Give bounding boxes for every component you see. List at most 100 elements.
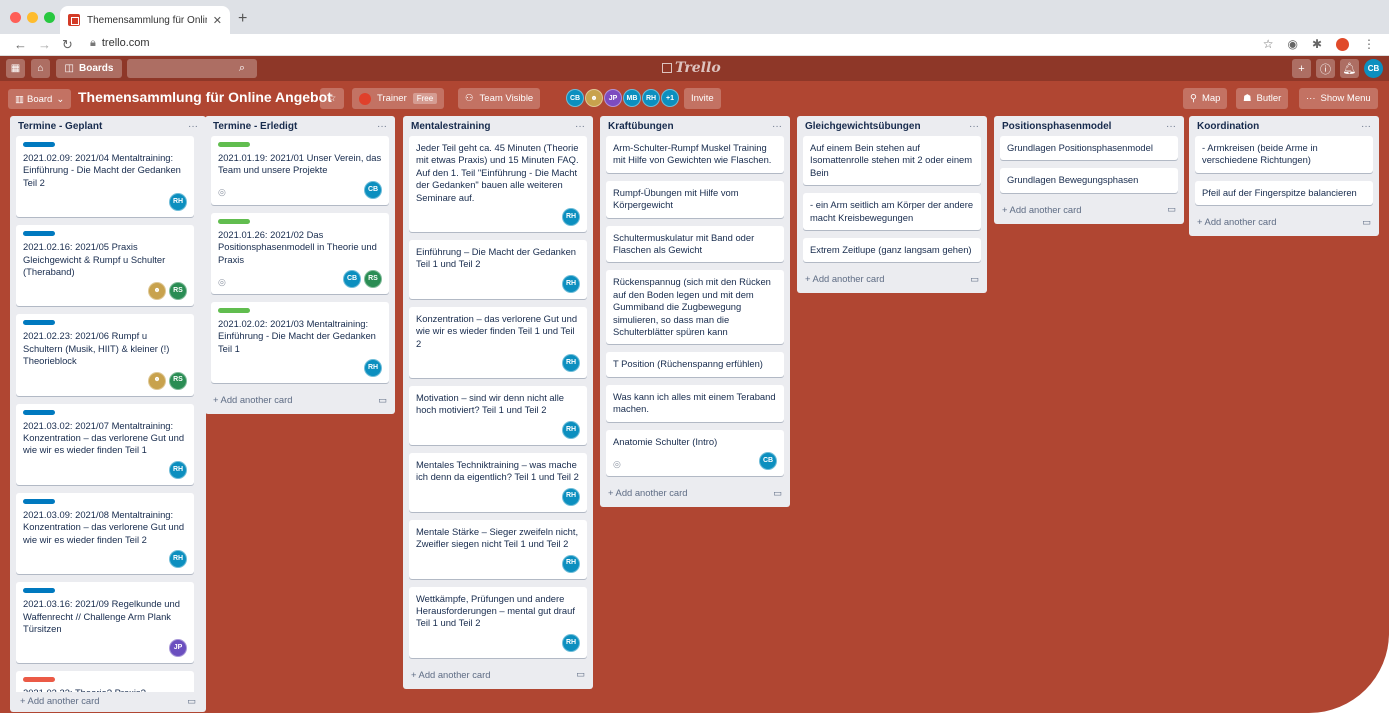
card-template-icon[interactable]: ▭: [970, 273, 979, 285]
list-menu-icon[interactable]: ···: [969, 121, 979, 132]
card[interactable]: Extrem Zeitlupe (ganz langsam gehen): [803, 238, 981, 263]
minimize-window-button[interactable]: [27, 12, 38, 23]
card[interactable]: T Position (Rüchenspanng erfühlen): [606, 352, 784, 377]
card-label-green[interactable]: [218, 308, 250, 314]
close-tab-icon[interactable]: ✕: [213, 14, 222, 27]
notification-bell-icon[interactable]: 🔔︎: [1340, 59, 1359, 78]
list-title[interactable]: Termine - Erledigt: [213, 121, 297, 132]
map-button[interactable]: ⚲ Map: [1183, 88, 1228, 109]
board-switcher-button[interactable]: ▥ Board ⌄: [8, 89, 72, 109]
list-menu-icon[interactable]: ···: [1361, 121, 1371, 132]
new-tab-icon[interactable]: +: [238, 10, 247, 28]
add-card-button[interactable]: + Add another card ▭: [409, 666, 587, 683]
card[interactable]: Grundlagen Positionsphasenmodel: [1000, 136, 1178, 161]
card[interactable]: 2021.03.16: 2021/09 Regelkunde und Waffe…: [16, 582, 194, 664]
add-card-button[interactable]: + Add another card ▭: [1000, 201, 1178, 218]
boards-button[interactable]: ◫ Boards: [56, 59, 122, 78]
add-card-button[interactable]: + Add another card ▭: [606, 484, 784, 501]
member-avatar-rh[interactable]: RH: [169, 550, 187, 569]
close-window-button[interactable]: [10, 12, 21, 23]
address-field[interactable]: 🔒︎ trello.com: [90, 37, 150, 50]
card-label-green[interactable]: [218, 218, 250, 224]
list-menu-icon[interactable]: ···: [772, 121, 782, 132]
card-label-blue[interactable]: [23, 320, 55, 326]
list-menu-icon[interactable]: ···: [575, 121, 585, 132]
list-title[interactable]: Termine - Geplant: [18, 121, 102, 132]
card[interactable]: Arm-Schulter-Rumpf Muskel Training mit H…: [606, 136, 784, 173]
list-menu-icon[interactable]: ···: [377, 121, 387, 132]
member-avatar-rh[interactable]: RH: [562, 554, 580, 573]
member-avatar-photo[interactable]: ☻: [585, 89, 603, 107]
trello-logo[interactable]: Trello: [662, 60, 721, 76]
card[interactable]: Anatomie Schulter (Intro) ◎ CB: [606, 429, 784, 477]
card-template-icon[interactable]: ▭: [773, 487, 782, 499]
card-template-icon[interactable]: ▭: [187, 695, 196, 707]
card[interactable]: 2021.03.09: 2021/08 Mentaltraining: Konz…: [16, 492, 194, 575]
puzzle-icon[interactable]: ✱: [1312, 37, 1322, 51]
card[interactable]: - ein Arm seitlich am Körper der andere …: [803, 193, 981, 231]
board-title[interactable]: Themensammlung für Online Angebot: [78, 89, 332, 105]
member-avatar-rh[interactable]: RH: [364, 359, 382, 378]
card[interactable]: Schultermuskulatur mit Band oder Flasche…: [606, 225, 784, 263]
card-label-blue[interactable]: [23, 498, 55, 504]
member-avatar-rh[interactable]: RH: [562, 354, 580, 373]
back-arrow-icon[interactable]: ←: [14, 37, 27, 52]
card-template-icon[interactable]: ▭: [378, 394, 387, 406]
card[interactable]: 2021.01.19: 2021/01 Unser Verein, das Te…: [211, 136, 389, 205]
list-title[interactable]: Kraftübungen: [608, 121, 674, 132]
card[interactable]: 2021.02.16: 2021/05 Praxis Gleichgewicht…: [16, 225, 194, 307]
more-members-badge[interactable]: +1: [661, 89, 679, 107]
card[interactable]: Grundlagen Bewegungsphasen: [1000, 168, 1178, 193]
member-avatar-rh[interactable]: RH: [562, 208, 580, 227]
card[interactable]: Was kann ich alles mit einem Teraband ma…: [606, 384, 784, 422]
card[interactable]: 2021.03.23: Theorie? Praxis?: [16, 671, 194, 692]
member-avatar-photo[interactable]: ☻: [148, 282, 166, 301]
member-avatar-rh[interactable]: RH: [169, 460, 187, 479]
card[interactable]: 2021.01.26: 2021/02 Das Positionsphasenm…: [211, 212, 389, 295]
card[interactable]: Mentales Techniktraining – was mache ich…: [409, 452, 587, 512]
add-card-button[interactable]: + Add another card ▭: [803, 270, 981, 287]
member-avatar-photo[interactable]: ☻: [148, 371, 166, 390]
member-avatar-cb[interactable]: CB: [343, 270, 361, 289]
card-label-red[interactable]: [23, 677, 55, 683]
forward-arrow-icon[interactable]: →: [38, 37, 51, 52]
card[interactable]: Mentale Stärke – Sieger zweifeln nicht, …: [409, 519, 587, 579]
list-title[interactable]: Koordination: [1197, 121, 1259, 132]
member-avatar-rs[interactable]: RS: [169, 282, 187, 301]
member-avatar-rs[interactable]: RS: [364, 270, 382, 289]
list-title[interactable]: Gleichgewichtsübungen: [805, 121, 921, 132]
member-avatar-rh[interactable]: RH: [562, 633, 580, 652]
add-card-button[interactable]: + Add another card ▭: [1195, 213, 1373, 230]
card-template-icon[interactable]: ▭: [576, 668, 585, 680]
browser-tab[interactable]: Themensammlung für Online A ✕: [60, 6, 230, 34]
card[interactable]: Einführung – Die Macht der Gedanken Teil…: [409, 240, 587, 299]
visibility-button[interactable]: ⚇ Team Visible: [458, 88, 541, 109]
card[interactable]: 2021.02.02: 2021/03 Mentaltraining: Einf…: [211, 302, 389, 384]
add-card-button[interactable]: + Add another card ▭: [211, 391, 389, 408]
show-menu-button[interactable]: ··· Show Menu: [1299, 88, 1378, 109]
list-title[interactable]: Mentalestraining: [411, 121, 490, 132]
card-label-green[interactable]: [218, 142, 250, 147]
add-card-button[interactable]: + Add another card ▭: [18, 692, 198, 709]
member-avatar-cb[interactable]: CB: [364, 180, 382, 199]
invite-button[interactable]: Invite: [684, 88, 721, 109]
card-label-blue[interactable]: [23, 231, 55, 237]
card[interactable]: Konzentration – das verlorene Gut und wi…: [409, 306, 587, 379]
member-avatar-rs[interactable]: RS: [169, 371, 187, 390]
card[interactable]: 2021.02.23: 2021/06 Rumpf u Schultern (M…: [16, 314, 194, 396]
team-button[interactable]: Trainer Free: [352, 88, 445, 109]
list-menu-icon[interactable]: ···: [188, 121, 198, 132]
member-avatar-rh[interactable]: RH: [169, 193, 187, 212]
card[interactable]: 2021.02.09: 2021/04 Mentaltraining: Einf…: [16, 136, 194, 218]
member-avatar-cb[interactable]: CB: [759, 452, 777, 471]
card-label-blue[interactable]: [23, 588, 55, 594]
butler-button[interactable]: ☗ Butler: [1236, 88, 1289, 109]
browser-menu-icon[interactable]: ⋮: [1363, 37, 1375, 51]
search-input[interactable]: ⌕: [127, 59, 257, 78]
card[interactable]: Rumpf-Übungen mit Hilfe vom Körpergewich…: [606, 180, 784, 218]
home-icon[interactable]: ⌂: [31, 59, 50, 78]
card-template-icon[interactable]: ▭: [1362, 216, 1371, 228]
star-board-icon[interactable]: ☆: [320, 88, 344, 109]
card[interactable]: Jeder Teil geht ca. 45 Minuten (Theorie …: [409, 136, 587, 233]
card[interactable]: Pfeil auf der Fingerspitze balancieren: [1195, 180, 1373, 206]
